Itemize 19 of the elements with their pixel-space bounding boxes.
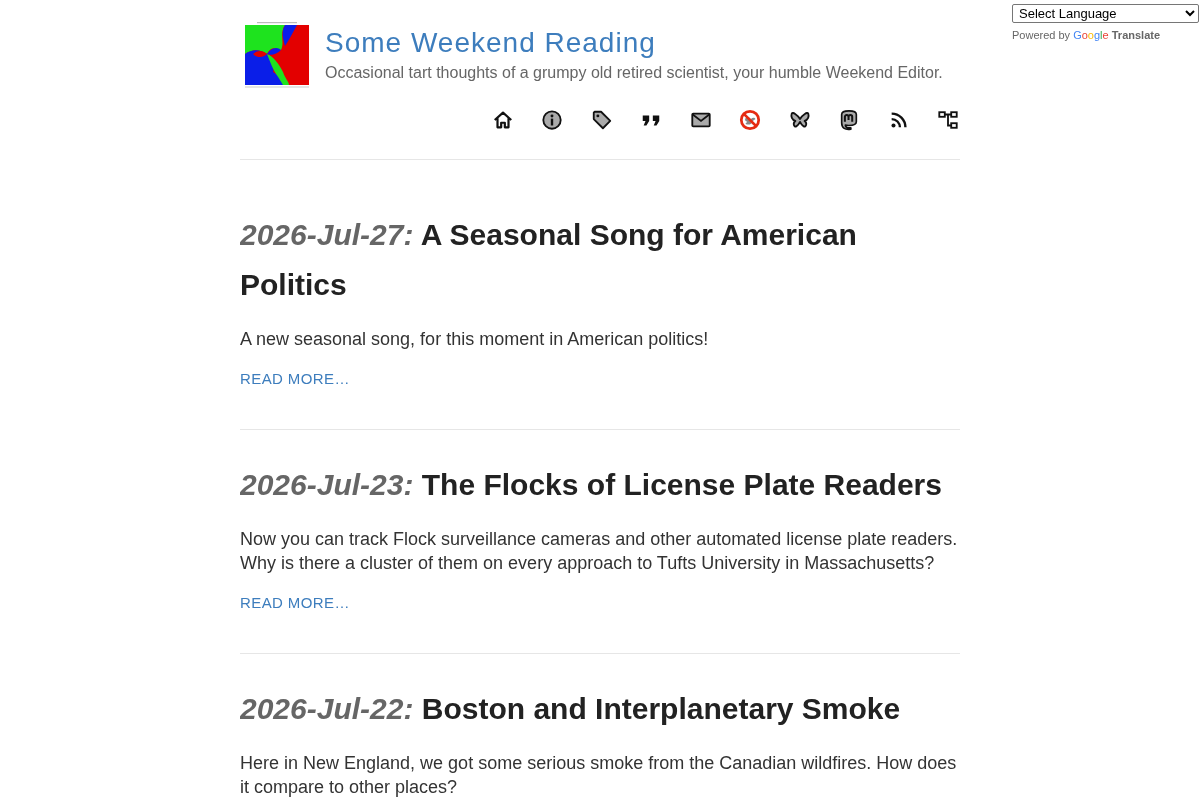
- site-title[interactable]: Some Weekend Reading: [325, 26, 656, 60]
- speech-bubble-icon[interactable]: [838, 109, 860, 131]
- post-heading[interactable]: 2026-Jul-22: Boston and Interplanetary Smoke: [240, 683, 960, 734]
- post-summary: A new seasonal song, for this moment in American politics!: [240, 328, 710, 351]
- post-heading[interactable]: 2026-Jul-27: A Seasonal Song for American Politics: [240, 210, 960, 310]
- post-heading[interactable]: 2026-Jul-23: The Flocks of License Plate Readers: [240, 459, 960, 510]
- read-more-link[interactable]: READ MORE…: [240, 368, 350, 389]
- site-tagline: Occasional tart thoughts of a grumpy old retired scientist, your humble Weekend Editor.: [325, 63, 943, 83]
- post-summary: Here in New England, we got some serious smoke from the Canadian wildfires. How does it compare to other places?: [240, 751, 958, 799]
- powered-by-text: Powered by Google Translate: [1012, 28, 1161, 42]
- info-icon[interactable]: [541, 109, 563, 131]
- tag-icon[interactable]: [590, 109, 613, 131]
- read-more-link[interactable]: READ MORE…: [240, 592, 350, 613]
- post-summary: Now you can track Flock surveillance cameras and other automated license plate readers. Why is there a cluster of them on every approach to Tufts University in Massachusetts?: [240, 527, 959, 575]
- fractal-plot-image: [245, 20, 309, 90]
- language-select[interactable]: Select Language: [1012, 4, 1199, 23]
- home-icon[interactable]: [491, 109, 514, 131]
- prohibited-bird-icon[interactable]: [739, 109, 761, 131]
- sitemap-icon[interactable]: [937, 109, 959, 131]
